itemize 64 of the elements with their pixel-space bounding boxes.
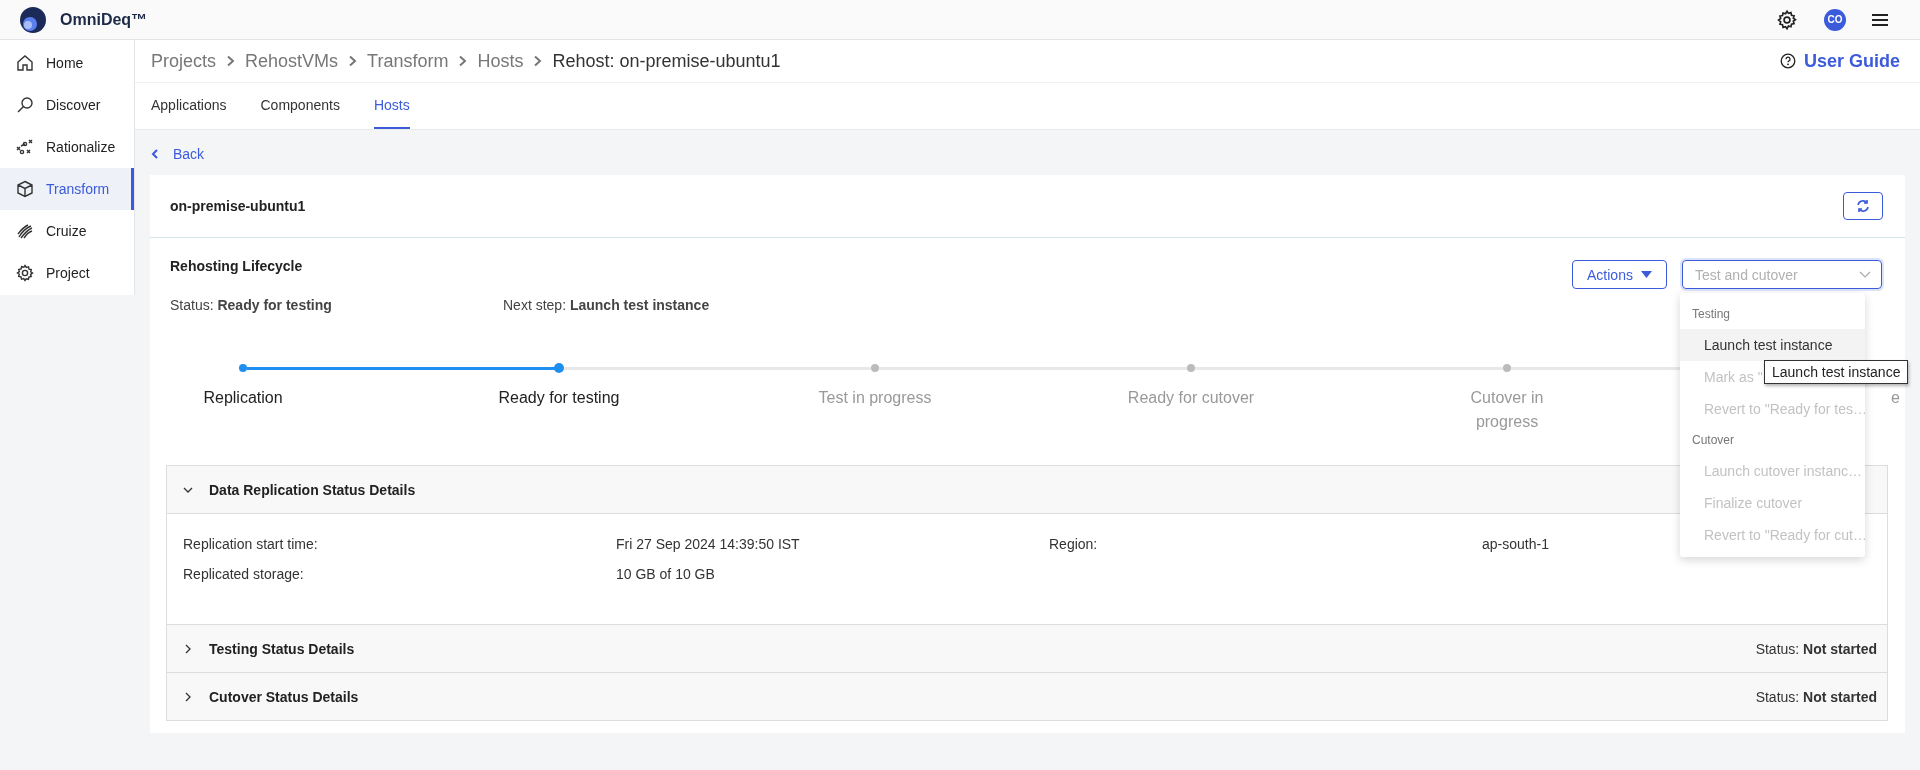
chevron-left-icon <box>151 149 159 159</box>
field-label: Replicated storage: <box>183 566 305 582</box>
sidebar-item[interactable]: Rationalize <box>0 126 134 168</box>
step-label: Test in progress <box>817 388 933 408</box>
tooltip: Launch test instance <box>1764 360 1909 384</box>
user-guide-link[interactable]: User Guide <box>1803 50 1900 72</box>
chevron-down-icon <box>1859 270 1871 279</box>
settings-icon <box>16 264 34 282</box>
breadcrumb-link[interactable]: Hosts <box>477 50 524 72</box>
chevron-right-icon[interactable] <box>183 643 193 654</box>
field-label: Replication start time: <box>183 536 319 552</box>
sidebar-item[interactable]: Cruize <box>0 210 134 252</box>
refresh-icon <box>1856 199 1870 213</box>
host-name: on-premise-ubuntu1 <box>170 198 306 214</box>
step-label: Cutover in progress <box>1469 388 1545 432</box>
page-title: Rehost: on-premise-ubuntu1 <box>552 50 781 72</box>
section-title: Data Replication Status Details <box>209 481 417 498</box>
step-label: Ready for cutover <box>1126 388 1256 408</box>
chevron-right-icon[interactable] <box>183 691 193 702</box>
app-name: OmniDeq™ <box>60 10 148 29</box>
cube-icon <box>16 180 34 198</box>
chevron-right-icon <box>348 55 358 67</box>
help-icon <box>1779 53 1796 69</box>
sidebar-item[interactable]: Home <box>0 42 134 84</box>
chevron-right-icon <box>226 55 236 67</box>
chevron-right-icon <box>533 55 543 67</box>
chevron-right-icon <box>458 55 468 67</box>
status-text: Status: Not started <box>1755 640 1877 657</box>
magnifier-icon <box>16 96 34 114</box>
section-title: Rehosting Lifecycle <box>170 258 303 274</box>
step-label: e <box>1891 388 1900 408</box>
menu-icon[interactable] <box>1872 12 1888 27</box>
step-label: Replication <box>202 388 284 408</box>
menu-group-label: Testing <box>1691 306 1732 323</box>
step-label: Ready for testing <box>497 388 621 408</box>
tab[interactable]: Applications <box>151 83 227 129</box>
sidebar-item[interactable]: Transform <box>0 168 134 210</box>
breadcrumb-link[interactable]: RehostVMs <box>245 50 339 72</box>
sidebar-item[interactable]: Project <box>0 252 134 294</box>
field-value: Fri 27 Sep 2024 14:39:50 IST <box>616 536 801 552</box>
user-avatar[interactable]: CO <box>1824 8 1846 31</box>
tab[interactable]: Components <box>260 83 340 129</box>
caret-icon <box>1640 271 1652 278</box>
settings-icon[interactable] <box>1776 8 1798 31</box>
menu-group-label: Cutover <box>1691 432 1736 449</box>
back-link[interactable]: Back <box>150 146 1905 162</box>
field-value: 10 GB of 10 GB <box>616 566 716 582</box>
section-title: Cutover Status Details <box>209 688 360 705</box>
status-text: Status: Ready for testing <box>170 297 333 313</box>
section-title: Testing Status Details <box>209 640 356 657</box>
tab[interactable]: Hosts <box>373 83 410 129</box>
breadcrumb-link[interactable]: Transform <box>367 50 449 72</box>
breadcrumb-link[interactable]: Projects <box>151 50 217 72</box>
fingerprint-icon <box>16 222 34 240</box>
menu-item[interactable]: Launch test instance <box>1680 329 1865 361</box>
refresh-button[interactable] <box>1843 192 1883 220</box>
sidebar-item[interactable]: Discover <box>0 84 134 126</box>
actions-button[interactable]: Actions <box>1572 260 1667 289</box>
next-step-text: Next step: Launch test instance <box>503 297 710 313</box>
status-text: Status: Not started <box>1755 688 1877 705</box>
field-label: Region: <box>1049 536 1099 552</box>
scatter-icon <box>16 138 34 156</box>
home-icon <box>16 54 34 72</box>
logo-icon <box>20 6 46 33</box>
